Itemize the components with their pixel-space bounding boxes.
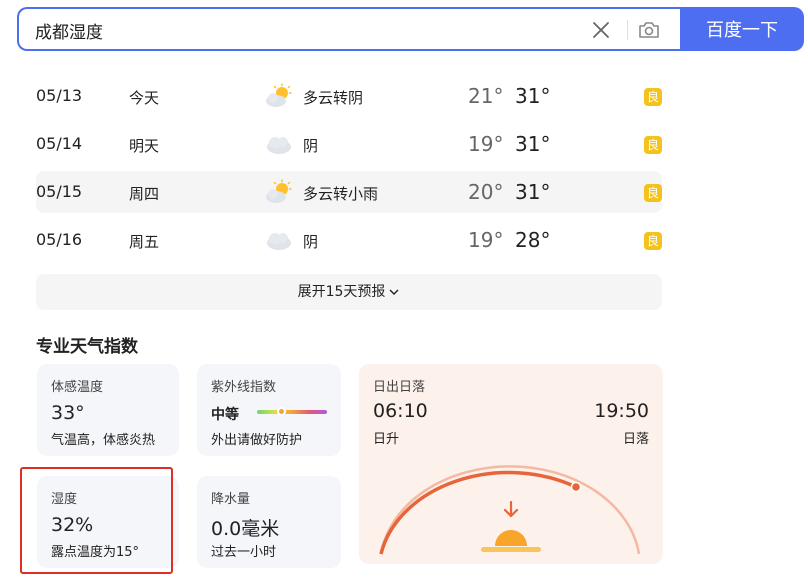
forecast-row[interactable]: 05/13 今天 多云转阴 21° 31° 良 bbox=[36, 75, 662, 117]
tile-sub: 外出请做好防护 bbox=[211, 433, 303, 448]
forecast-desc: 多云转小雨 bbox=[303, 185, 379, 203]
chevron-down-icon bbox=[389, 289, 399, 295]
forecast-weekday: 周四 bbox=[129, 185, 160, 203]
section-title: 专业天气指数 bbox=[36, 337, 138, 357]
forecast-date: 05/14 bbox=[36, 134, 83, 153]
uv-index-tile[interactable]: 紫外线指数 中等 外出请做好防护 bbox=[197, 364, 341, 456]
search-box bbox=[17, 7, 681, 51]
sunrise-time: 06:10 bbox=[373, 400, 428, 422]
sunrise-sunset-tile[interactable]: 日出日落 06:10 日升 19:50 日落 bbox=[359, 364, 663, 564]
precipitation-tile[interactable]: 降水量 0.0毫米 过去一小时 bbox=[197, 476, 341, 568]
sun-arc-graphic bbox=[379, 465, 641, 555]
forecast-low: 19° bbox=[468, 132, 504, 156]
forecast-high: 31° bbox=[515, 132, 551, 156]
forecast-desc: 多云转阴 bbox=[303, 89, 364, 107]
tile-value: 0.0毫米 bbox=[211, 518, 280, 540]
aqi-badge: 良 bbox=[644, 88, 662, 106]
tile-value: 33° bbox=[51, 402, 85, 424]
close-icon[interactable] bbox=[590, 19, 612, 41]
tile-label: 体感温度 bbox=[51, 380, 104, 395]
tile-sub: 气温高，体感炎热 bbox=[51, 433, 156, 448]
humidity-tile[interactable]: 湿度 32% 露点温度为15° bbox=[37, 476, 179, 568]
partly-cloudy-icon bbox=[266, 83, 292, 107]
tile-sub: 露点温度为15° bbox=[51, 545, 140, 560]
forecast-high: 31° bbox=[515, 84, 551, 108]
sunset-label: 日落 bbox=[622, 432, 649, 447]
forecast-date: 05/15 bbox=[36, 182, 83, 201]
tile-label: 紫外线指数 bbox=[211, 380, 277, 395]
uv-indicator bbox=[277, 407, 286, 416]
cloud-icon bbox=[267, 137, 291, 154]
sun-position-dot bbox=[570, 481, 582, 493]
tile-label: 日出日落 bbox=[373, 380, 426, 395]
sunrise-label: 日升 bbox=[373, 432, 400, 447]
forecast-date: 05/13 bbox=[36, 86, 83, 105]
forecast-date: 05/16 bbox=[36, 230, 83, 249]
forecast-row[interactable]: 05/15 周四 多云转小雨 20° 31° 良 bbox=[36, 171, 662, 213]
forecast-desc: 阴 bbox=[303, 233, 319, 251]
search-button[interactable]: 百度一下 bbox=[680, 7, 804, 51]
feels-like-tile[interactable]: 体感温度 33° 气温高，体感炎热 bbox=[37, 364, 179, 456]
cloud-icon bbox=[267, 233, 291, 250]
aqi-badge: 良 bbox=[644, 136, 662, 154]
partly-cloudy-icon bbox=[266, 179, 292, 203]
horizon-line bbox=[481, 547, 541, 552]
forecast-weekday: 明天 bbox=[129, 137, 160, 155]
uv-level: 中等 bbox=[211, 407, 239, 423]
weather-card: 05/13 今天 多云转阴 21° 31° 良 05/14 明天 阴 19° 3… bbox=[20, 62, 680, 577]
camera-icon[interactable] bbox=[637, 18, 661, 42]
search-input[interactable] bbox=[35, 18, 555, 42]
expand-label: 展开15天预报 bbox=[297, 284, 386, 300]
tile-value: 32% bbox=[51, 514, 94, 536]
forecast-weekday: 周五 bbox=[129, 233, 160, 251]
forecast-low: 20° bbox=[468, 180, 504, 204]
forecast-desc: 阴 bbox=[303, 137, 319, 155]
forecast-low: 19° bbox=[468, 228, 504, 252]
forecast-high: 28° bbox=[515, 228, 551, 252]
divider bbox=[627, 20, 628, 40]
sunset-arrow-icon bbox=[503, 500, 519, 518]
forecast-high: 31° bbox=[515, 180, 551, 204]
tile-sub: 过去一小时 bbox=[211, 545, 277, 560]
sunset-time: 19:50 bbox=[594, 400, 649, 422]
expand-forecast-button[interactable]: 展开15天预报 bbox=[36, 274, 662, 310]
tile-label: 湿度 bbox=[51, 492, 78, 507]
forecast-low: 21° bbox=[468, 84, 504, 108]
tile-label: 降水量 bbox=[211, 492, 251, 507]
aqi-badge: 良 bbox=[644, 184, 662, 202]
uv-gradient-bar bbox=[257, 410, 327, 414]
aqi-badge: 良 bbox=[644, 232, 662, 250]
setting-sun-icon bbox=[495, 530, 527, 546]
forecast-row[interactable]: 05/16 周五 阴 19° 28° 良 bbox=[36, 219, 662, 261]
forecast-row[interactable]: 05/14 明天 阴 19° 31° 良 bbox=[36, 123, 662, 165]
sun-arc-elapsed bbox=[379, 470, 577, 555]
forecast-weekday: 今天 bbox=[129, 89, 160, 107]
